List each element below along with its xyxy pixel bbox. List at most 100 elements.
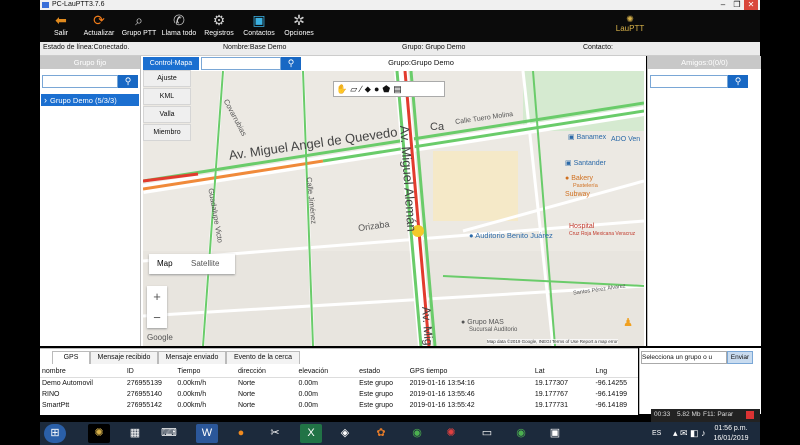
- map-poi-subway: Subway: [565, 191, 590, 198]
- map-drawing-toolbar[interactable]: ✋▱∕⬥●⬟▤: [333, 81, 445, 97]
- group-search-button[interactable]: ⚲: [118, 75, 138, 88]
- bank-icon: ▣: [568, 134, 575, 141]
- gps-table: nombre ID Tiempo dirección elevación est…: [40, 366, 638, 411]
- records-icon: ⚙: [212, 12, 226, 28]
- map-search-input[interactable]: [201, 57, 281, 70]
- col-estado[interactable]: estado: [357, 366, 408, 378]
- map-search-button[interactable]: ⚲: [281, 57, 301, 70]
- refresh-button[interactable]: ⟳ Actualizar: [80, 11, 118, 41]
- zoom-in-button[interactable]: +: [147, 286, 167, 307]
- table-row[interactable]: SmartPtt 276955142 0.00km/h Norte 0.00m Este …: [40, 400, 638, 411]
- zoom-control: + −: [147, 286, 167, 328]
- device-taskbar-icon[interactable]: ▭: [476, 424, 498, 443]
- ruler-icon[interactable]: ▤: [393, 84, 405, 94]
- map-poi-sucursal: Sucursal Auditorio: [469, 327, 518, 333]
- settings-button[interactable]: ✲ Opciones: [280, 11, 318, 41]
- exit-icon: ⬅: [55, 12, 67, 28]
- chrome2-taskbar-icon[interactable]: ◉: [510, 424, 532, 443]
- app-taskbar-icon[interactable]: ◈: [334, 424, 356, 443]
- zoom-out-button[interactable]: −: [147, 307, 167, 328]
- paw-taskbar-icon[interactable]: ✿: [370, 424, 392, 443]
- col-elevacion[interactable]: elevación: [296, 366, 358, 378]
- group-select[interactable]: Selecciona un grupo o u: [641, 351, 727, 364]
- connection-status-bar: Estado de línea:Conectado. Nombre:Base D…: [40, 42, 760, 56]
- bank-icon: ▣: [565, 160, 572, 167]
- marker-icon[interactable]: ⬥: [365, 84, 374, 94]
- col-lng[interactable]: Lng: [593, 366, 638, 378]
- tab-evento-cerca[interactable]: Evento de la cerca: [226, 351, 300, 364]
- map-group-title: Grupo:Grupo Demo: [388, 58, 454, 67]
- col-gps-tiempo[interactable]: GPS tiempo: [407, 366, 533, 378]
- map-poi-grupo-mas: ● Grupo MAS: [461, 319, 504, 326]
- pin-icon: ●: [469, 231, 474, 240]
- tray-icons[interactable]: ▴ ✉ ◧ ♪: [673, 428, 706, 439]
- col-lat[interactable]: Lat: [532, 366, 594, 378]
- excel-taskbar-icon[interactable]: X: [300, 424, 322, 443]
- table-row[interactable]: Demo Automovil 276955139 0.00km/h Norte 0.00…: [40, 378, 638, 390]
- chip-taskbar-icon[interactable]: ▣: [544, 424, 566, 443]
- ptt-group-button[interactable]: ⌕ Grupo PTT: [120, 11, 158, 41]
- bakery-icon: ●: [565, 175, 570, 182]
- calendar-taskbar-icon[interactable]: ▦: [124, 424, 146, 443]
- friends-search-input[interactable]: [650, 75, 728, 88]
- records-button[interactable]: ⚙ Registros: [200, 11, 238, 41]
- map-type-satellite[interactable]: Satellite: [191, 259, 219, 268]
- send-message-panel: Selecciona un grupo o u Enviar: [639, 348, 761, 414]
- google-map[interactable]: ✋▱∕⬥●⬟▤ Av. Miguel Angel de Quevedo Av. …: [143, 71, 644, 346]
- col-tiempo[interactable]: Tiempo: [175, 366, 236, 378]
- polygon-icon[interactable]: ▱: [350, 84, 360, 94]
- col-direccion[interactable]: dirección: [235, 366, 297, 378]
- hand-icon[interactable]: ✋: [336, 84, 350, 94]
- contacts-button[interactable]: ▣ Contactos: [240, 11, 278, 41]
- map-footer: Map data ©2019 Google, INEGI Terms of Us…: [487, 339, 618, 344]
- menu-ajuste[interactable]: Ajuste: [143, 70, 191, 87]
- table-row[interactable]: RINO 276955140 0.00km/h Norte 0.00m Este grup…: [40, 389, 638, 400]
- pinwheel-taskbar-icon[interactable]: ✺: [440, 424, 462, 443]
- firefox-taskbar-icon[interactable]: ●: [230, 424, 252, 443]
- friends-search-button[interactable]: ⚲: [728, 75, 748, 88]
- table-header-row: nombre ID Tiempo dirección elevación est…: [40, 366, 638, 378]
- minimize-button[interactable]: –: [716, 0, 730, 10]
- tree-item-grupo-demo[interactable]: › Grupo Demo (5/3/3): [41, 94, 139, 106]
- exit-button[interactable]: ⬅ Salir: [42, 11, 80, 41]
- tab-mensaje-enviado[interactable]: Mensaje enviado: [158, 351, 226, 364]
- map-type-map[interactable]: Map: [157, 259, 173, 268]
- lauptt-taskbar-icon[interactable]: ✺: [88, 424, 110, 443]
- tool-taskbar-icon[interactable]: ✂: [264, 424, 286, 443]
- clock-date[interactable]: 16/01/2019: [708, 435, 754, 442]
- language-indicator[interactable]: ES: [652, 430, 661, 437]
- clock-time[interactable]: 01:56 p.m.: [708, 425, 754, 432]
- windows-taskbar: ⊞ ✺ ▦ ⌨ W ● ✂ X ◈ ✿ ◉ ✺ ▭ ◉ ▣ ES ▴ ✉ ◧ ♪…: [40, 422, 760, 445]
- tab-mensaje-recibido[interactable]: Mensaje recibido: [90, 351, 158, 364]
- map-control-panel: Control-Mapa ⚲ Grupo:Grupo Demo ✋▱∕⬥●⬟▤ …: [141, 56, 646, 346]
- group-search-input[interactable]: [42, 75, 118, 88]
- pentagon-icon[interactable]: ⬟: [382, 84, 393, 94]
- map-poi-cruz-roja: Cruz Roja Mexicana Veracruz: [569, 231, 636, 237]
- refresh-icon: ⟳: [93, 12, 105, 28]
- word-taskbar-icon[interactable]: W: [196, 424, 218, 443]
- gps-panel: GPS Mensaje recibido Mensaje enviado Eve…: [40, 348, 638, 415]
- map-poi-ado: ADO Ven: [611, 136, 641, 143]
- tab-gps[interactable]: GPS: [52, 351, 90, 364]
- map-poi-banamex: ▣ Banamex: [568, 134, 607, 141]
- chrome-taskbar-icon[interactable]: ◉: [406, 424, 428, 443]
- map-type-control: Map Satellite: [149, 254, 235, 274]
- start-icon[interactable]: ⊞: [44, 424, 66, 443]
- send-button[interactable]: Enviar: [727, 351, 753, 364]
- menu-miembro[interactable]: Miembro: [143, 124, 191, 141]
- fixed-group-header: Grupo fijo: [40, 56, 140, 69]
- record-icon[interactable]: [746, 411, 754, 419]
- lauptt-logo: ✺ LauPTT: [615, 14, 645, 33]
- map-poi-santander: ▣ Santander: [565, 160, 606, 167]
- maximize-button[interactable]: ❐: [730, 0, 744, 10]
- keyboard-taskbar-icon[interactable]: ⌨: [158, 424, 180, 443]
- menu-valla[interactable]: Valla: [143, 106, 191, 123]
- menu-kml[interactable]: KML: [143, 88, 191, 105]
- call-all-button[interactable]: ✆ Llama todo: [160, 11, 198, 41]
- street-view-icon[interactable]: ♟: [621, 316, 635, 332]
- col-id[interactable]: ID: [124, 366, 176, 378]
- col-nombre[interactable]: nombre: [40, 366, 125, 378]
- close-button[interactable]: ✕: [744, 0, 758, 10]
- tab-control-mapa[interactable]: Control-Mapa: [143, 57, 199, 70]
- map-label-aleman-2: Av. Mig: [419, 306, 436, 346]
